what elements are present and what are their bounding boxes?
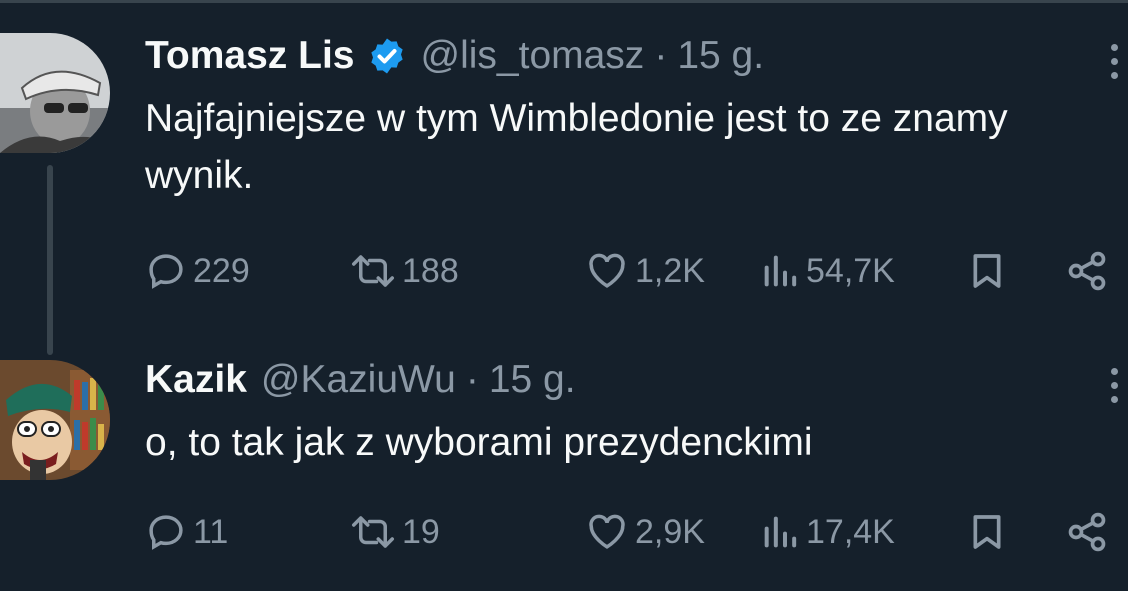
like-button[interactable]: 2,9K xyxy=(585,507,705,557)
reply-button[interactable]: 229 xyxy=(145,246,250,296)
top-divider xyxy=(0,0,1128,3)
retweet-icon xyxy=(352,255,394,287)
tweet-text: Najfajniejsze w tym Wimbledonie jest to … xyxy=(145,97,1008,197)
verified-badge-icon xyxy=(370,38,403,74)
tweet-actions: 11 19 2,9K 17,4K xyxy=(145,507,1115,557)
avatar-kazik[interactable] xyxy=(0,360,110,480)
tweet-header: Tomasz Lis @lis_tomasz · 15 g. xyxy=(145,34,764,78)
author-name[interactable]: Kazik xyxy=(145,358,247,402)
reply-button[interactable]: 11 xyxy=(145,507,228,557)
reply-count: 229 xyxy=(193,251,250,290)
more-icon[interactable] xyxy=(1102,368,1126,410)
reply-icon xyxy=(149,515,183,550)
retweet-icon xyxy=(352,516,394,548)
author-name[interactable]: Tomasz Lis xyxy=(145,34,355,78)
views-count: 54,7K xyxy=(806,251,895,290)
retweet-count: 19 xyxy=(402,512,440,551)
timestamp[interactable]: 15 g. xyxy=(677,34,764,78)
bookmark-icon xyxy=(973,254,1001,288)
bookmark-icon xyxy=(973,515,1001,549)
author-handle[interactable]: @lis_tomasz xyxy=(421,34,645,78)
like-count: 1,2K xyxy=(635,251,705,290)
views-icon xyxy=(764,516,797,548)
separator-dot: · xyxy=(465,358,479,401)
views-icon xyxy=(764,255,797,287)
tweet-header: Kazik @KaziuWu · 15 g. xyxy=(145,358,576,402)
tweet-text: o, to tak jak z wyborami prezydenckimi xyxy=(145,421,813,464)
bookmark-button[interactable] xyxy=(967,246,1007,296)
views-button[interactable]: 54,7K xyxy=(760,246,895,296)
more-icon[interactable] xyxy=(1102,44,1126,86)
reply-icon xyxy=(149,254,183,289)
timestamp[interactable]: 15 g. xyxy=(489,358,576,402)
tweet-actions: 229 188 1,2K 54,7K xyxy=(145,246,1115,296)
retweet-button[interactable]: 188 xyxy=(350,246,459,296)
bookmark-button[interactable] xyxy=(967,507,1007,557)
like-icon xyxy=(589,253,625,288)
views-count: 17,4K xyxy=(806,512,895,551)
like-button[interactable]: 1,2K xyxy=(585,246,705,296)
retweet-button[interactable]: 19 xyxy=(350,507,440,557)
views-button[interactable]: 17,4K xyxy=(760,507,895,557)
retweet-count: 188 xyxy=(402,251,459,290)
author-handle[interactable]: @KaziuWu xyxy=(261,358,456,402)
share-icon xyxy=(1068,512,1106,552)
share-icon xyxy=(1068,251,1106,291)
thread-line xyxy=(47,165,53,355)
share-button[interactable] xyxy=(1065,507,1109,557)
reply-count: 11 xyxy=(193,512,229,551)
separator-dot: · xyxy=(654,34,668,77)
share-button[interactable] xyxy=(1065,246,1109,296)
avatar-tomasz-lis[interactable] xyxy=(0,33,110,153)
like-icon xyxy=(589,514,625,549)
like-count: 2,9K xyxy=(635,512,705,551)
